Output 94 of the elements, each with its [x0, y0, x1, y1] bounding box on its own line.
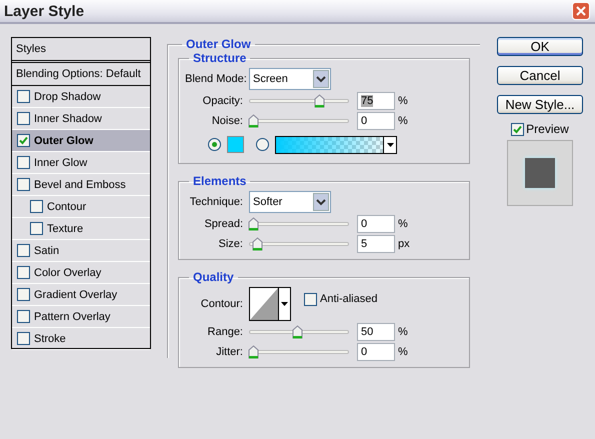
radio-button[interactable]	[208, 138, 221, 151]
number-field[interactable]: 50	[357, 323, 395, 341]
checkbox[interactable]	[304, 292, 317, 306]
checkbox[interactable]	[17, 310, 30, 323]
gradient-picker[interactable]	[275, 136, 397, 154]
style-item[interactable]: Inner Glow	[12, 152, 150, 174]
style-item[interactable]: Gradient Overlay	[12, 284, 150, 306]
item-label: Outer Glow	[34, 134, 94, 146]
style-item[interactable]: Texture	[12, 218, 150, 240]
slider-thumb[interactable]	[252, 237, 264, 251]
dropdown[interactable]: Screen	[249, 68, 331, 90]
checkbox[interactable]	[17, 332, 30, 345]
unit-label: %	[398, 326, 408, 338]
dropdown[interactable]: Softer	[249, 191, 331, 213]
style-item[interactable]: Drop Shadow	[12, 86, 150, 108]
dialog-button[interactable]: OK	[497, 37, 583, 56]
slider-thumb[interactable]	[248, 114, 259, 128]
checkbox[interactable]	[511, 122, 524, 136]
close-icon[interactable]	[572, 2, 590, 20]
group-title: Quality	[192, 270, 235, 284]
item-label: Inner Shadow	[34, 112, 102, 124]
number-field[interactable]: 75	[357, 92, 395, 110]
dialog-button[interactable]: New Style...	[497, 95, 583, 114]
slider-thumb[interactable]	[314, 94, 325, 108]
checkbox[interactable]	[17, 288, 30, 301]
slider-thumb[interactable]	[248, 217, 259, 231]
style-item[interactable]: Bevel and Emboss	[12, 174, 150, 196]
item-label: Inner Glow	[34, 156, 88, 168]
item-label: Gradient Overlay	[34, 288, 118, 300]
style-item[interactable]: Color Overlay	[12, 262, 150, 284]
checkbox-label: Preview	[526, 122, 569, 136]
style-item[interactable]: Stroke	[12, 328, 150, 350]
list-header: Styles	[12, 38, 150, 63]
item-label: Pattern Overlay	[34, 310, 110, 322]
unit-label: %	[398, 95, 408, 107]
field-label: Opacity:	[202, 95, 243, 107]
item-label: Bevel and Emboss	[34, 178, 126, 190]
item-label: Texture	[47, 222, 84, 234]
dialog-button[interactable]: Cancel	[497, 66, 583, 85]
field-label: Spread:	[203, 218, 243, 230]
checkbox[interactable]	[17, 134, 30, 147]
item-label: Contour	[47, 200, 86, 212]
field-label: Technique:	[188, 196, 243, 208]
item-label: Color Overlay	[34, 266, 102, 278]
number-field[interactable]: 0	[357, 343, 395, 361]
caret-icon	[313, 70, 329, 88]
window-title: Layer Style	[4, 2, 84, 20]
field-label: Range:	[206, 326, 243, 338]
group-title: Structure	[192, 51, 248, 65]
checkbox[interactable]	[30, 200, 43, 213]
unit-label: %	[398, 115, 408, 127]
color-swatch[interactable]	[227, 136, 244, 153]
radio-button[interactable]	[256, 138, 269, 151]
unit-label: %	[398, 346, 408, 358]
checkbox[interactable]	[17, 244, 30, 257]
item-label: Stroke	[34, 332, 66, 344]
slider[interactable]	[249, 345, 349, 359]
style-item[interactable]: Outer Glow	[12, 130, 150, 152]
item-label: Drop Shadow	[34, 90, 101, 102]
panel-title: Outer Glow	[185, 37, 252, 51]
item-label: Satin	[34, 244, 60, 256]
caret-icon	[386, 142, 394, 146]
slider[interactable]	[249, 217, 349, 231]
slider-thumb[interactable]	[292, 325, 303, 339]
checkbox-label: Anti-aliased	[320, 293, 378, 305]
field-label: Noise:	[210, 115, 243, 127]
unit-label: %	[398, 218, 408, 230]
preview-thumbnail	[507, 140, 573, 206]
style-item[interactable]: Blending Options: Default	[12, 63, 150, 86]
checkbox[interactable]	[17, 90, 30, 103]
style-item[interactable]: Satin	[12, 240, 150, 262]
slider[interactable]	[249, 94, 349, 108]
number-field[interactable]: 5	[357, 235, 395, 253]
slider[interactable]	[249, 325, 349, 339]
checkbox[interactable]	[30, 222, 43, 235]
field-label: Size:	[218, 238, 243, 250]
contour-picker[interactable]	[249, 287, 291, 321]
unit-label: px	[398, 238, 410, 250]
slider[interactable]	[249, 114, 349, 128]
group-title: Elements	[192, 174, 248, 188]
style-item[interactable]: Pattern Overlay	[12, 306, 150, 328]
field-label: Contour:	[200, 298, 243, 310]
number-field[interactable]: 0	[357, 215, 395, 233]
slider-thumb[interactable]	[248, 345, 259, 359]
checkbox[interactable]	[17, 178, 30, 191]
checkbox[interactable]	[17, 156, 30, 169]
field-label: Jitter:	[215, 346, 243, 358]
slider[interactable]	[249, 237, 349, 251]
number-field[interactable]: 0	[357, 112, 395, 130]
checkbox[interactable]	[17, 112, 30, 125]
checkbox[interactable]	[17, 266, 30, 279]
caret-icon	[281, 302, 288, 306]
style-item[interactable]: Contour	[12, 196, 150, 218]
caret-icon	[313, 193, 329, 211]
